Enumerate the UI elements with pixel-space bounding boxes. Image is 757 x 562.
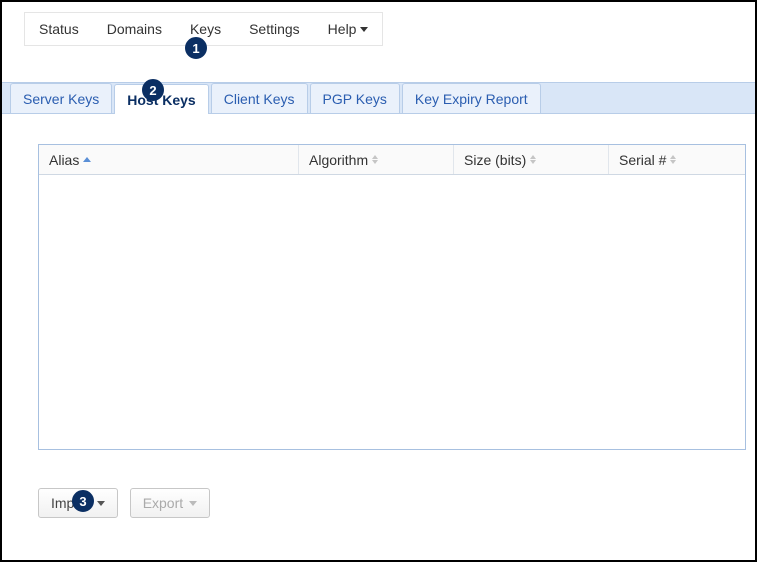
tab-client-keys[interactable]: Client Keys — [211, 83, 308, 113]
keys-table: Alias Algorithm Size (bits) Serial # — [38, 144, 746, 450]
tab-pgp-keys[interactable]: PGP Keys — [310, 83, 400, 113]
tabs-row: Server Keys Host Keys Client Keys PGP Ke… — [2, 82, 755, 114]
th-serial[interactable]: Serial # — [609, 145, 745, 174]
nav-keys[interactable]: Keys — [176, 13, 235, 45]
sort-icon — [372, 155, 378, 164]
table-header-row: Alias Algorithm Size (bits) Serial # — [39, 145, 745, 175]
nav-domains[interactable]: Domains — [93, 13, 176, 45]
sort-icon — [670, 155, 676, 164]
export-button[interactable]: Export — [130, 488, 210, 518]
th-algorithm[interactable]: Algorithm — [299, 145, 454, 174]
th-alias[interactable]: Alias — [39, 145, 299, 174]
tab-key-expiry-report[interactable]: Key Expiry Report — [402, 83, 541, 113]
callout-3: 3 — [72, 490, 94, 512]
nav-settings[interactable]: Settings — [235, 13, 314, 45]
callout-2: 2 — [142, 79, 164, 101]
th-size[interactable]: Size (bits) — [454, 145, 609, 174]
caret-down-icon — [360, 27, 368, 32]
nav-status[interactable]: Status — [25, 13, 93, 45]
sort-asc-icon — [83, 157, 91, 162]
button-row: Import Export — [38, 488, 755, 518]
tab-server-keys[interactable]: Server Keys — [10, 83, 112, 113]
caret-down-icon — [97, 501, 105, 506]
content: Alias Algorithm Size (bits) Serial # — [2, 114, 755, 460]
sort-icon — [530, 155, 536, 164]
nav-help[interactable]: Help — [314, 13, 383, 45]
callout-1: 1 — [185, 37, 207, 59]
caret-down-icon — [189, 501, 197, 506]
